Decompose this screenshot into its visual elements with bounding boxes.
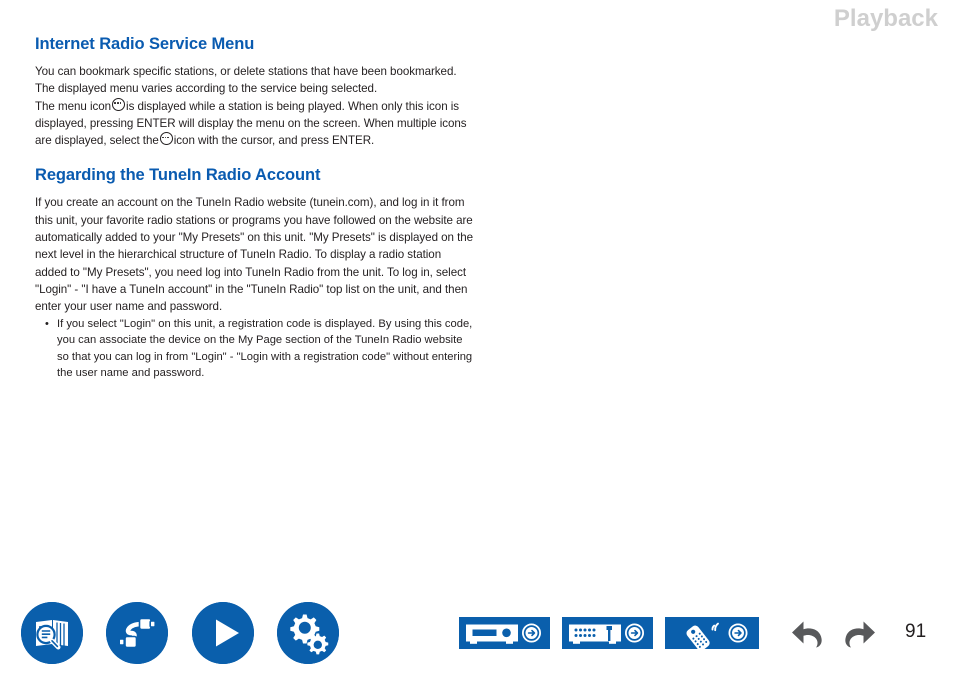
book-search-icon <box>21 602 83 664</box>
nav-button-forward[interactable] <box>840 616 878 650</box>
section1-paragraph-2: The menu icon is displayed while a statio… <box>35 97 475 150</box>
list-item: If you select "Login" on this unit, a re… <box>35 316 475 382</box>
nav-button-remote-controller[interactable] <box>665 617 759 649</box>
section-heading-regarding-tunein-radio-account: Regarding the TuneIn Radio Account <box>35 166 321 185</box>
menu-ellipsis-icon <box>112 97 126 111</box>
cable-connection-icon <box>106 602 168 664</box>
nav-button-front-panel[interactable] <box>459 617 550 649</box>
play-icon <box>192 602 254 664</box>
section-heading-internet-radio-service-menu: Internet Radio Service Menu <box>35 35 255 53</box>
page-number: 91 <box>905 621 927 642</box>
front-panel-icon <box>459 617 550 649</box>
section1-paragraph-1: You can bookmark specific stations, or d… <box>35 65 457 96</box>
nav-button-rear-panel[interactable] <box>562 617 653 649</box>
section1-paragraph-2-part3: icon with the cursor, and press ENTER. <box>173 134 375 148</box>
rear-panel-icon <box>562 617 653 649</box>
forward-arrow-icon <box>845 621 875 648</box>
remote-control-icon <box>665 617 759 649</box>
section2-bullet-list: If you select "Login" on this unit, a re… <box>35 316 475 382</box>
gears-setup-icon <box>277 602 339 664</box>
nav-button-back[interactable] <box>789 616 827 650</box>
nav-button-setup[interactable] <box>277 602 339 664</box>
menu-ellipsis-icon <box>159 132 173 146</box>
nav-button-connections[interactable] <box>106 602 168 664</box>
main-content: Internet Radio Service Menu You can book… <box>35 34 475 382</box>
nav-button-contents-search[interactable] <box>21 602 83 664</box>
page-title: Playback <box>833 5 938 32</box>
nav-button-playback[interactable] <box>192 602 254 664</box>
section2-paragraph-1: If you create an account on the TuneIn R… <box>35 196 474 314</box>
bottom-navigation-bar: 91 <box>0 596 954 676</box>
section1-paragraph-2-part1: The menu icon <box>35 99 112 113</box>
back-arrow-icon <box>792 621 822 648</box>
